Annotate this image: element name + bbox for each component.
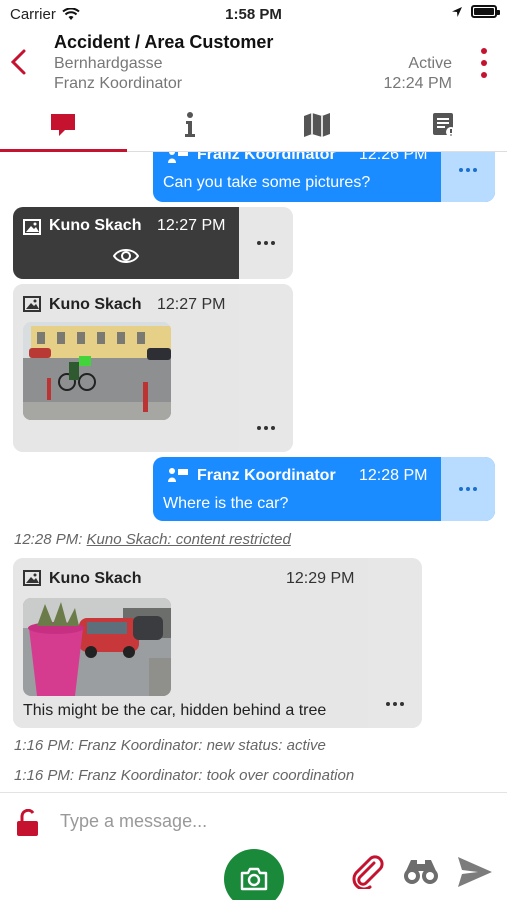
message-text: Where is the car? [163, 495, 289, 512]
incident-location: Bernhardgasse [54, 55, 163, 72]
location-arrow-icon [452, 6, 462, 17]
more-dots-icon [257, 241, 275, 245]
photo-thumbnail[interactable] [23, 598, 171, 696]
image-icon [23, 570, 41, 586]
incident-state: Active [408, 55, 452, 72]
message-time: 12:27 PM [157, 296, 226, 313]
message-caption: This might be the car, hidden behind a t… [23, 702, 327, 719]
system-message: 1:16 PM: Franz Koordinator: new status: … [14, 737, 326, 754]
message-input[interactable] [60, 807, 480, 835]
coordinator-icon [168, 152, 188, 163]
message-sender: Kuno Skach [49, 217, 142, 234]
image-icon [23, 219, 41, 235]
message-incoming-photo[interactable]: Kuno Skach 12:29 PM This might be the ca… [13, 558, 422, 728]
camera-button[interactable] [224, 849, 284, 900]
attach-button[interactable] [350, 855, 384, 894]
message-time: 12:29 PM [286, 570, 355, 587]
send-button[interactable] [456, 855, 494, 894]
message-composer [0, 792, 507, 900]
more-dots-icon [386, 702, 404, 706]
message-options-button[interactable] [239, 284, 293, 452]
incident-coordinator: Franz Koordinator [54, 75, 183, 92]
tab-bar [0, 98, 507, 152]
incident-header: Accident / Area Customer Bernhardgasse F… [0, 28, 507, 98]
message-options-button[interactable] [239, 207, 293, 279]
more-dots-icon [257, 426, 275, 430]
status-bar: Carrier 1:58 PM [0, 0, 507, 28]
clock: 1:58 PM [225, 6, 282, 23]
message-sender: Kuno Skach [49, 570, 142, 587]
image-icon [23, 296, 41, 312]
more-dots-icon [459, 168, 477, 172]
message-time: 12:27 PM [157, 217, 226, 234]
binoculars-icon [404, 860, 438, 884]
lock-button[interactable] [16, 808, 40, 842]
street-photo [23, 322, 171, 420]
coordinator-icon [168, 468, 188, 482]
message-time: 12:28 PM [359, 467, 428, 484]
message-options-button[interactable] [441, 152, 495, 202]
tab-map[interactable] [254, 98, 381, 151]
tab-chat[interactable] [0, 98, 127, 152]
incident-state-time: 12:24 PM [383, 75, 452, 92]
message-options-button[interactable] [441, 457, 495, 521]
message-options-button[interactable] [368, 558, 422, 728]
message-sender: Franz Koordinator [197, 152, 336, 163]
more-options-button[interactable] [475, 48, 493, 78]
message-outgoing[interactable]: Franz Koordinator 12:26 PM Can you take … [153, 152, 495, 202]
tab-report[interactable] [380, 98, 507, 151]
message-incoming-restricted[interactable]: Kuno Skach 12:27 PM [13, 207, 293, 279]
camera-icon [240, 867, 268, 891]
send-arrow-icon [458, 857, 492, 887]
message-list[interactable]: Franz Koordinator 12:26 PM Can you take … [0, 152, 507, 792]
photo-thumbnail[interactable] [23, 322, 171, 420]
observe-button[interactable] [402, 857, 440, 890]
message-sender: Franz Koordinator [197, 467, 336, 484]
map-icon [303, 112, 330, 137]
message-sender: Kuno Skach [49, 296, 142, 313]
message-text: Can you take some pictures? [163, 174, 371, 191]
more-dots-icon [459, 487, 477, 491]
message-time: 12:26 PM [359, 152, 428, 163]
paperclip-icon [352, 855, 384, 891]
system-message: 12:28 PM: Kuno Skach: content restricted [14, 531, 291, 548]
eye-icon[interactable] [113, 247, 139, 265]
message-incoming-photo[interactable]: Kuno Skach 12:27 PM [13, 284, 293, 452]
report-icon [432, 112, 456, 137]
restricted-content-link[interactable]: Kuno Skach: content restricted [87, 531, 291, 548]
incident-title: Accident / Area Customer [54, 32, 274, 52]
info-icon [185, 111, 196, 137]
parked-car-photo [23, 598, 171, 696]
back-button[interactable] [8, 48, 30, 81]
tab-info[interactable] [127, 98, 254, 151]
message-outgoing[interactable]: Franz Koordinator 12:28 PM Where is the … [153, 457, 495, 521]
system-message-time: 12:28 PM: [14, 531, 83, 548]
unlocked-padlock-icon [17, 808, 38, 836]
battery-icon [471, 5, 500, 18]
system-message: 1:16 PM: Franz Koordinator: took over co… [14, 767, 355, 784]
chevron-left-icon [10, 49, 26, 75]
chat-bubble-icon [51, 113, 76, 136]
